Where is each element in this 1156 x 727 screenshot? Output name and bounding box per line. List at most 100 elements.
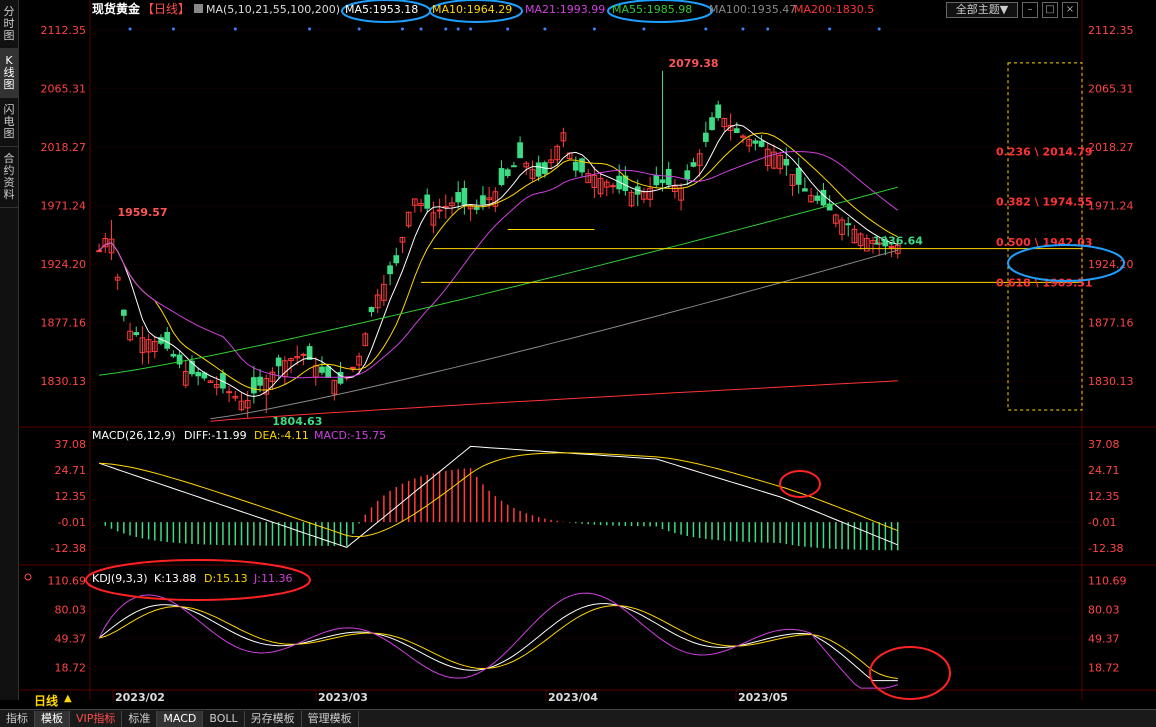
price-tick-left-5: 1877.16 — [41, 317, 87, 330]
candle-body-71 — [535, 162, 542, 177]
signal-dot-12 — [592, 27, 596, 31]
bottom-tab-5[interactable]: BOLL — [203, 710, 245, 727]
bottom-tab-6[interactable]: 另存模板 — [245, 710, 302, 727]
candle-body-114 — [802, 188, 808, 192]
bottom-tab-2[interactable]: VIP指标 — [70, 710, 123, 727]
period-up-arrow-icon[interactable]: ▲ — [64, 693, 72, 704]
macd-tick-right-2: 12.35 — [1088, 490, 1120, 503]
fib-label-3: 0.618 \ 1909.51 — [996, 276, 1093, 289]
price-tick-right-0: 2112.35 — [1088, 24, 1134, 37]
kdj-tick-right-1: 80.03 — [1088, 604, 1120, 617]
candle-body-95 — [684, 170, 691, 180]
ma-icon — [194, 4, 203, 13]
rail-tab-3[interactable]: 合约资料 — [0, 147, 18, 208]
signal-dot-7 — [444, 27, 448, 31]
signal-dot-10 — [506, 27, 510, 31]
kdj-tick-right-0: 110.69 — [1088, 575, 1127, 588]
signal-dot-15 — [741, 27, 745, 31]
macd-tick-left-4: -12.38 — [51, 542, 86, 555]
candle-body-21 — [226, 391, 232, 394]
candle-body-11 — [164, 331, 171, 349]
bottom-tab-4[interactable]: MACD — [157, 710, 204, 727]
macd-diff-line — [98, 445, 898, 548]
minimize-icon[interactable]: – — [1022, 2, 1038, 18]
signal-dot-8 — [456, 27, 460, 31]
restore-icon[interactable]: □ — [1042, 2, 1058, 18]
kdj-k: K:13.88 — [154, 572, 196, 585]
theme-dropdown-button[interactable]: 全部主题▼ — [946, 2, 1018, 18]
candle-body-16 — [195, 371, 202, 377]
period-label[interactable]: 日线 — [34, 692, 58, 709]
macd-tick-right-0: 37.08 — [1088, 438, 1120, 451]
kdj-tick-left-1: 80.03 — [55, 604, 87, 617]
candle-body-107 — [758, 140, 765, 147]
kdj-tick-left-0: 110.69 — [48, 575, 87, 588]
rail-tab-2[interactable]: 闪电图 — [0, 98, 18, 147]
kdj-j-line — [98, 592, 898, 689]
header-ma-params: MA(5,10,21,55,100,200) — [206, 3, 340, 16]
macd-value: MACD:-15.75 — [314, 429, 386, 442]
macd-tick-left-1: 24.71 — [55, 464, 87, 477]
candle-body-48 — [393, 255, 400, 264]
kdj-tick-right-3: 18.72 — [1088, 662, 1120, 675]
signal-dot-6 — [419, 27, 423, 31]
candle-body-113 — [795, 167, 802, 185]
signal-dot-0 — [128, 27, 132, 31]
header-period-tag: 【日线】 — [142, 2, 190, 16]
rail-tab-0[interactable]: 分时图 — [0, 0, 18, 49]
candle-body-83 — [610, 185, 616, 188]
candle-body-59 — [461, 187, 468, 205]
macd-tick-left-3: -0.01 — [58, 516, 86, 529]
ma21-line — [98, 151, 899, 379]
bottom-tab-1[interactable]: 模板 — [35, 710, 70, 727]
signal-dot-3 — [308, 27, 312, 31]
price-tick-right-2: 2018.27 — [1088, 141, 1134, 154]
macd-tick-right-1: 24.71 — [1088, 464, 1120, 477]
candle-body-65 — [498, 168, 505, 185]
fib-label-1: 0.382 \ 1974.55 — [996, 195, 1093, 208]
price-tick-left-0: 2112.35 — [41, 24, 87, 37]
macd-tick-left-2: 12.35 — [55, 490, 87, 503]
macd-diff: DIFF:-11.99 — [184, 429, 247, 442]
kdj-k-line — [98, 603, 898, 682]
bottom-tab-0[interactable]: 指标 — [0, 710, 35, 727]
header-ma-value-2: MA21:1993.99 — [525, 3, 605, 16]
candle-body-91 — [659, 179, 666, 184]
kline-chart[interactable]: 2112.35 2112.35 2065.31 2065.31 2018.27 2018.… — [18, 0, 1156, 709]
price-tick-left-1: 2065.31 — [41, 82, 87, 95]
candle-body-0 — [96, 250, 102, 253]
candle-body-67 — [511, 165, 517, 168]
candle-body-117 — [820, 189, 827, 206]
kdj-tick-left-2: 49.37 — [55, 633, 87, 646]
x-label-3: 2023/05 — [738, 691, 788, 704]
left-rail: 分时图 K线图 闪电图 合约资料 — [0, 0, 19, 700]
price-tick-right-6: 1830.13 — [1088, 375, 1134, 388]
price-tick-left-6: 1830.13 — [41, 375, 87, 388]
candle-body-111 — [783, 158, 790, 166]
signal-dot-4 — [357, 27, 361, 31]
header-ma-value-1: MA10:1964.29 — [432, 3, 512, 16]
price-tick-left-4: 1924.20 — [41, 258, 87, 271]
candle-body-6 — [133, 332, 140, 336]
macd-tick-left-0: 37.08 — [55, 438, 87, 451]
candle-body-29 — [275, 357, 282, 367]
kdj-params: KDJ(9,3,3) — [92, 572, 148, 585]
candle-body-98 — [702, 132, 709, 142]
signal-dot-1 — [171, 27, 175, 31]
candle-body-77 — [572, 161, 579, 171]
header-ma-value-5: MA200:1830.5 — [794, 3, 874, 16]
price-annotation-3: 1936.64 — [873, 235, 923, 248]
bottom-tab-7[interactable]: 管理模板 — [302, 710, 359, 727]
bottom-tab-3[interactable]: 标准 — [122, 710, 158, 727]
highlight-ellipse-kdj — [869, 646, 951, 700]
price-tick-right-5: 1877.16 — [1088, 317, 1134, 330]
rail-tab-1[interactable]: K线图 — [0, 49, 18, 98]
candle-body-62 — [480, 195, 486, 205]
candle-body-55 — [436, 209, 443, 212]
signal-dot-17 — [828, 27, 832, 31]
price-tick-right-1: 2065.31 — [1088, 82, 1134, 95]
close-icon[interactable]: × — [1062, 2, 1078, 18]
candle-body-44 — [368, 307, 375, 313]
kdj-tick-right-2: 49.37 — [1088, 633, 1120, 646]
bottom-tab-bar: 指标 模板 VIP指标 标准 MACD BOLL 另存模板 管理模板 — [0, 709, 1156, 727]
